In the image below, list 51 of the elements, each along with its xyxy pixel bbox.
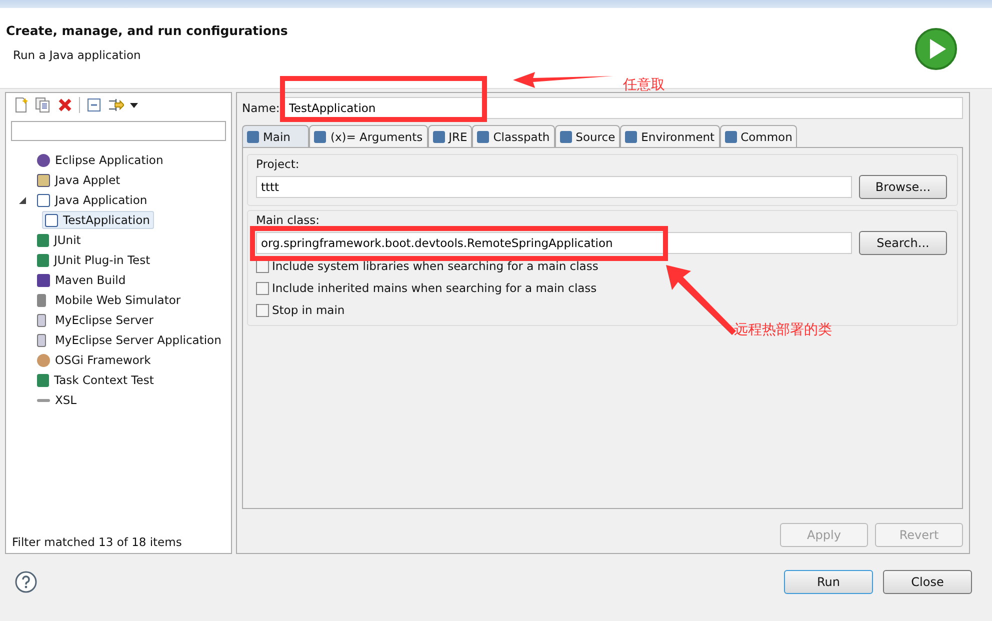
collapse-icon[interactable] xyxy=(86,97,102,113)
dialog-button[interactable]: Run xyxy=(784,570,873,594)
tab[interactable]: (x)= Arguments xyxy=(309,125,428,147)
tree-item[interactable]: Task Context Test xyxy=(34,371,158,389)
dialog-title: Create, manage, and run configurations xyxy=(6,23,288,38)
delete-icon[interactable] xyxy=(57,97,73,113)
tree-item[interactable]: Mobile Web Simulator xyxy=(34,291,185,309)
main-class-field[interactable]: org.springframework.boot.devtools.RemoteSpringApplication xyxy=(256,232,852,254)
tree-item[interactable]: Java Application xyxy=(34,191,152,209)
expand-arrow-icon[interactable] xyxy=(19,196,26,204)
tree-item[interactable]: Eclipse Application xyxy=(34,151,168,169)
search-button[interactable]: Search... xyxy=(859,231,947,255)
tree-item[interactable]: MyEclipse Server Application xyxy=(34,331,226,349)
main-class-label: Main class: xyxy=(256,213,321,227)
tree-item[interactable]: XSL xyxy=(34,391,81,409)
tab[interactable]: Environment xyxy=(620,125,720,147)
dialog-subtitle: Run a Java application xyxy=(13,48,142,62)
tab[interactable]: Main xyxy=(242,125,310,147)
tree-item[interactable]: TestApplication xyxy=(42,211,154,229)
annotation-text: 远程热部署的类 xyxy=(734,321,832,339)
tree-item[interactable]: MyEclipse Server xyxy=(34,311,158,329)
checkbox-label: Include system libraries when searching for a main class xyxy=(272,259,598,273)
tab[interactable]: Source xyxy=(554,125,620,147)
tree-item[interactable]: Maven Build xyxy=(34,271,130,289)
project-field[interactable]: tttt xyxy=(256,176,852,198)
duplicate-icon[interactable] xyxy=(35,97,51,113)
tree-item[interactable]: JUnit xyxy=(34,231,85,249)
tab[interactable]: Classpath xyxy=(472,125,555,147)
annotation-arrow xyxy=(666,265,736,335)
dialog-button[interactable]: Close xyxy=(883,570,972,594)
filter-field[interactable] xyxy=(11,121,226,141)
checkbox[interactable] xyxy=(256,304,269,316)
help-icon[interactable] xyxy=(15,570,37,592)
tab[interactable]: Common xyxy=(720,125,798,147)
annotation-text: 任意取 xyxy=(623,76,665,94)
tree-item[interactable]: Java Applet xyxy=(34,171,124,189)
name-label: Name: xyxy=(242,101,280,115)
tree-item[interactable]: OSGi Framework xyxy=(34,351,155,369)
checkbox-label: Include inherited mains when searching for a main class xyxy=(272,281,597,295)
browse-button[interactable]: Browse... xyxy=(859,175,947,199)
checkbox[interactable] xyxy=(256,282,269,294)
filter-icon[interactable] xyxy=(108,97,124,113)
tree-item[interactable]: JUnit Plug-in Test xyxy=(34,251,154,269)
tab[interactable]: JRE xyxy=(428,125,472,147)
checkbox-label: Stop in main xyxy=(272,303,345,317)
new-config-icon[interactable] xyxy=(13,97,29,113)
filter-status: Filter matched 13 of 18 items xyxy=(11,535,183,549)
run-icon xyxy=(914,27,958,71)
name-field[interactable]: TestApplication xyxy=(284,97,963,119)
project-label: Project: xyxy=(256,157,300,171)
dropdown-caret-icon[interactable] xyxy=(130,102,138,108)
